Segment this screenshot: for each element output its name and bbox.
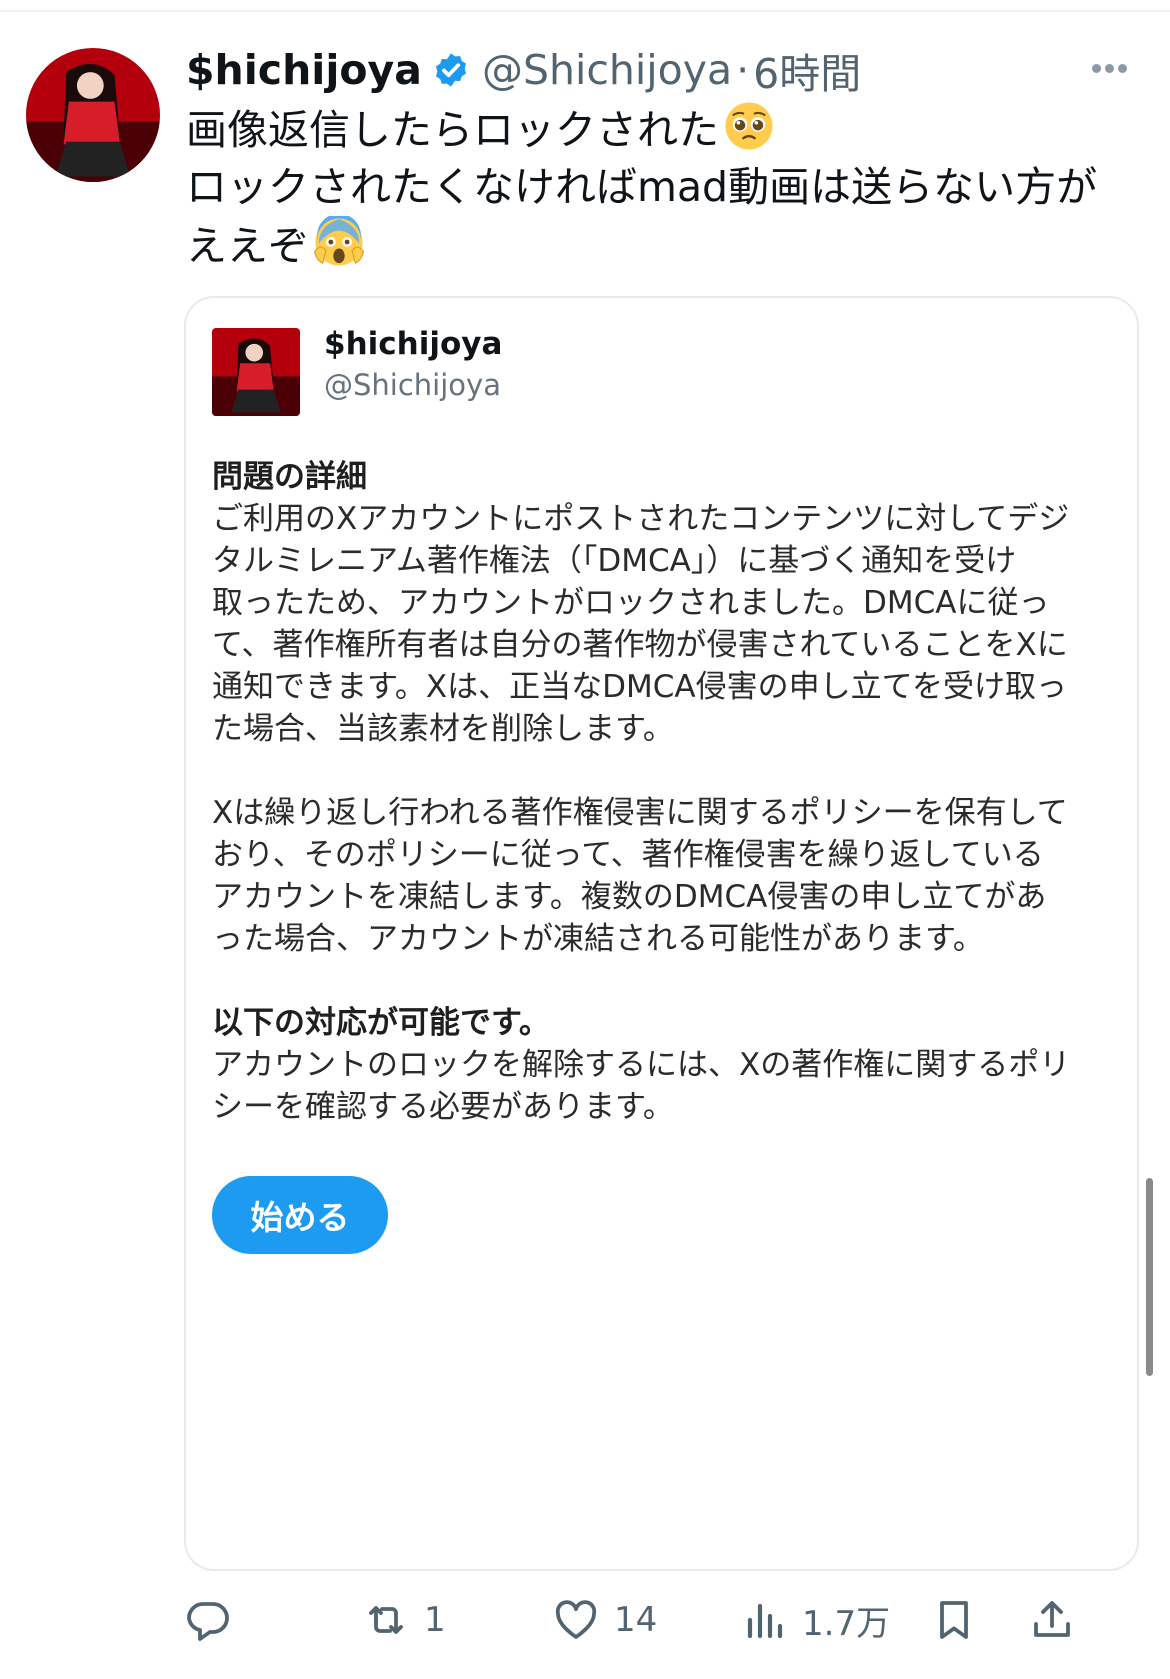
screaming-face-emoji-icon bbox=[313, 216, 365, 266]
tweet-text: 画像返信したらロックされた ロックされたくなければmad動画は送らない方が ええ… bbox=[186, 100, 1126, 274]
retweet-icon bbox=[369, 1606, 403, 1634]
views-count: 1.7万 bbox=[802, 1603, 891, 1644]
notice-line: 通知できます。Xは、正当なDMCA侵害の申し立てを受け取っ bbox=[212, 669, 1067, 705]
section-title-options: 以下の対応が可能です。 bbox=[212, 1005, 550, 1041]
verified-badge-icon[interactable] bbox=[432, 51, 470, 89]
handle[interactable]: @Shichijoya bbox=[482, 46, 732, 94]
share-icon bbox=[1034, 1601, 1070, 1637]
notice-line: た場合、当該素材を削除します。 bbox=[212, 711, 674, 747]
tweet-line-3: ええぞ bbox=[186, 216, 1126, 274]
tweet-text-line: ええぞ bbox=[186, 222, 309, 270]
notice-line: った場合、アカウントが凍結される可能性があります。 bbox=[212, 921, 984, 957]
notice-line: アカウントのロックを解除するには、Xの著作権に関するポリ bbox=[212, 1047, 1071, 1083]
scrollbar[interactable] bbox=[1146, 1178, 1153, 1376]
separator-dot: · bbox=[736, 46, 750, 94]
top-divider bbox=[0, 10, 1170, 12]
notice-line: おり、そのポリシーに従って、著作権侵害を繰り返している bbox=[212, 837, 1044, 873]
tweet-line-2: ロックされたくなければmad動画は送らない方が bbox=[186, 163, 1098, 211]
views-button[interactable]: 1.7万 bbox=[740, 1590, 890, 1650]
quoted-display-name: $hichijoya bbox=[324, 326, 503, 362]
start-button[interactable]: 始める bbox=[212, 1176, 388, 1254]
more-options-icon[interactable] bbox=[1092, 58, 1136, 73]
avatar-image bbox=[26, 48, 160, 182]
share-button[interactable] bbox=[1028, 1590, 1076, 1650]
tweet-line-1: 画像返信したらロックされた bbox=[186, 100, 1126, 158]
section-title-details: 問題の詳細 bbox=[212, 459, 367, 495]
reply-button[interactable] bbox=[184, 1590, 246, 1650]
quoted-avatar-image bbox=[212, 328, 300, 416]
avatar[interactable] bbox=[26, 48, 160, 182]
notice-line: タルミレニアム著作権法（「DMCA」）に基づく通知を受け bbox=[212, 543, 1017, 579]
tweet-text-line: 画像返信したらロックされた bbox=[186, 106, 719, 154]
quoted-image-card[interactable]: $hichijoya @Shichijoya 問題の詳細 ご利用のXアカウントに… bbox=[184, 296, 1139, 1571]
action-bar: 1 14 1.7万 bbox=[184, 1590, 1134, 1650]
views-chart-icon bbox=[747, 1603, 783, 1639]
like-count: 14 bbox=[614, 1600, 658, 1640]
timestamp[interactable]: 6時間 bbox=[753, 40, 861, 100]
notice-line: 取ったため、アカウントがロックされました。DMCAに従っ bbox=[212, 585, 1050, 621]
bookmark-icon bbox=[940, 1601, 968, 1639]
notice-line: Xは繰り返し行われる著作権侵害に関するポリシーを保有して bbox=[212, 795, 1068, 831]
tweet-header: $hichijoya @Shichijoya · 6時間 bbox=[186, 40, 1126, 100]
quoted-avatar bbox=[212, 328, 300, 416]
like-button[interactable]: 14 bbox=[552, 1590, 657, 1650]
reply-icon bbox=[187, 1602, 229, 1641]
retweet-count: 1 bbox=[424, 1600, 446, 1640]
heart-icon bbox=[555, 1600, 597, 1639]
notice-line: て、著作権所有者は自分の著作物が侵害されていることをXに bbox=[212, 627, 1068, 663]
notice-line: シーを確認する必要があります。 bbox=[212, 1089, 674, 1125]
display-name[interactable]: $hichijoya bbox=[186, 46, 422, 94]
retweet-button[interactable]: 1 bbox=[362, 1590, 446, 1650]
notice-line: アカウントを凍結します。複数のDMCA侵害の申し立てがあ bbox=[212, 879, 1047, 915]
notice-line: ご利用のXアカウントにポストされたコンテンツに対してデジ bbox=[212, 501, 1070, 537]
quoted-handle: @Shichijoya bbox=[324, 368, 501, 402]
bookmark-button[interactable] bbox=[930, 1590, 978, 1650]
dmca-notice: 問題の詳細 ご利用のXアカウントにポストされたコンテンツに対してデジ タルミレニ… bbox=[212, 456, 1122, 1128]
pleading-face-emoji-icon bbox=[725, 102, 773, 150]
